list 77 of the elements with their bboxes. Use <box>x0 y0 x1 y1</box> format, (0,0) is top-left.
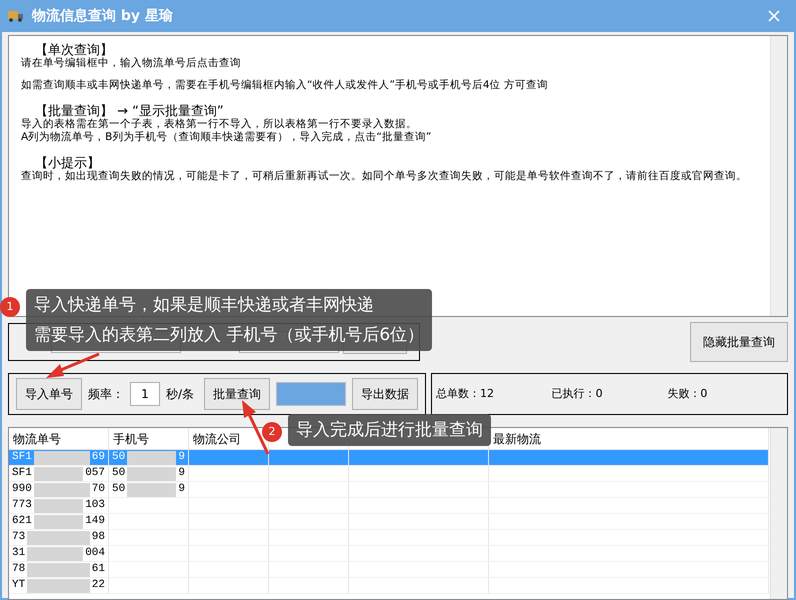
cell-start: 78 <box>12 562 26 578</box>
table-row[interactable]: 990 70 50 9 <box>9 482 769 498</box>
window-title: 物流信息查询 by 星瑜 <box>32 6 173 26</box>
help-text-area[interactable] <box>8 35 788 317</box>
close-icon[interactable] <box>768 10 780 22</box>
import-button[interactable]: 导入单号 <box>16 378 82 410</box>
cell-start: YT <box>12 578 26 594</box>
cell-end: 103 <box>85 498 105 514</box>
stat-value: 0 <box>700 386 708 402</box>
stat-label: 总单数： <box>436 386 480 402</box>
help-line: 导入的表格需在第一个子表，表格第一行不导入，所以表格第一行不要录入数据。 <box>21 118 418 131</box>
redaction-block <box>34 498 84 512</box>
help-line: 请在单号编辑框中，输入物流单号后点击查询 <box>21 57 242 70</box>
cell-end: 70 <box>92 482 105 498</box>
callout-tooltip: 导入快递单号，如果是顺丰快递或者丰网快递 需要导入的表第二列放入 手机号（或手机号后6位） <box>26 289 432 351</box>
table-row[interactable]: 773 103 <box>9 498 769 514</box>
scrollbar[interactable] <box>770 36 787 316</box>
cell-end: 9 <box>178 482 185 498</box>
cell-start: 50 <box>112 466 126 482</box>
callout-tooltip: 导入完成后进行批量查询 <box>288 414 491 446</box>
stat-label: 失败： <box>667 386 700 402</box>
redaction-block <box>34 466 84 480</box>
help-line: A列为物流单号，B列为手机号（查询顺丰快递需要有），导入完成，点击“批量查询” <box>21 131 432 144</box>
cell-start: SF1 <box>12 450 32 466</box>
redaction-block <box>127 450 176 464</box>
cell-start: SF1 <box>12 466 32 482</box>
stat-label: 已执行： <box>552 386 596 402</box>
table-row[interactable]: 621 149 <box>9 514 769 530</box>
table-row[interactable]: 78 61 <box>9 562 769 578</box>
cell-end: 9 <box>178 466 185 482</box>
cell-start: 773 <box>12 498 32 514</box>
table-row[interactable]: 31 004 <box>9 546 769 562</box>
column-header[interactable]: 物流公司 <box>193 430 241 448</box>
cell-end: 149 <box>85 514 105 530</box>
cell-start: 990 <box>12 482 32 498</box>
section-heading: 【单次查询】 <box>35 44 114 57</box>
column-header[interactable]: 最新物流 <box>493 430 541 448</box>
stat-value: 12 <box>480 386 494 402</box>
cell-end: 9 <box>178 450 185 466</box>
section-heading: 【小提示】 <box>35 157 100 170</box>
cell-start: 50 <box>112 482 126 498</box>
redaction-block <box>127 482 176 496</box>
cell-start: 50 <box>112 450 126 466</box>
scrollbar[interactable] <box>770 428 787 599</box>
cell-end: 057 <box>85 466 105 482</box>
export-button[interactable]: 导出数据 <box>352 378 418 410</box>
batch-query-button[interactable]: 批量查询 <box>204 378 270 410</box>
truck-icon <box>8 10 24 22</box>
cell-end: 69 <box>92 450 105 466</box>
cell-end: 22 <box>92 578 105 594</box>
redaction-block <box>127 466 176 480</box>
cell-start: 73 <box>12 530 26 546</box>
help-line: 如需查询顺丰或丰网快递单号，需要在手机号编辑框内输入“收件人或发件人”手机号或手机号后4位 方可查询 <box>21 79 549 92</box>
rate-input-field[interactable]: 1 <box>130 382 160 406</box>
redaction-block <box>27 546 84 560</box>
section-heading: 【批量查询】 → “显示批量查询” <box>35 105 225 118</box>
cell-end: 98 <box>92 530 105 546</box>
redaction-block <box>34 450 90 464</box>
redaction-block <box>27 578 90 592</box>
column-header[interactable]: 手机号 <box>113 430 149 448</box>
table-row[interactable]: SF1 057 50 9 <box>9 466 769 482</box>
redaction-block <box>34 482 90 496</box>
table-row[interactable]: 73 98 <box>9 530 769 546</box>
redaction-block <box>27 562 90 576</box>
redaction-block <box>34 514 84 528</box>
stat-value: 0 <box>596 386 603 402</box>
column-header[interactable]: 物流单号 <box>13 430 61 448</box>
rate-label: 频率： <box>88 386 124 403</box>
cell-start: 621 <box>12 514 32 530</box>
table-row[interactable]: YT 22 <box>9 578 769 594</box>
redaction-block <box>27 530 90 544</box>
cell-start: 31 <box>12 546 26 562</box>
help-line: 查询时，如出现查询失败的情况，可能是卡了，可稍后重新再试一次。如同个单号多次查询失败，可能是单号软件查询不了，请前往百度或官网查询。 <box>21 170 748 183</box>
cell-end: 61 <box>92 562 105 578</box>
hide-batch-button[interactable]: 隐藏批量查询 <box>690 322 788 362</box>
cell-end: 004 <box>85 546 105 562</box>
rate-unit: 秒/条 <box>166 386 194 403</box>
